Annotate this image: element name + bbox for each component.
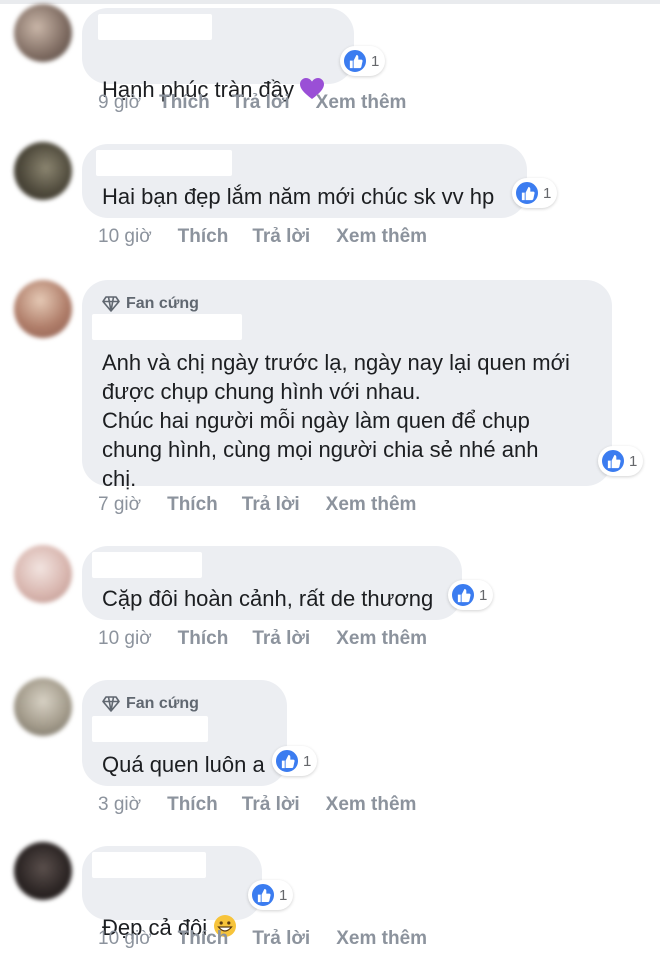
like-link[interactable]: Thích	[167, 794, 218, 816]
fan-badge[interactable]: Fan cứng	[102, 295, 199, 313]
like-link[interactable]: Thích	[178, 928, 229, 950]
avatar[interactable]	[14, 545, 72, 603]
author-name-redacted[interactable]	[92, 314, 242, 340]
timestamp[interactable]: 10 giờ	[98, 628, 152, 650]
timestamp[interactable]: 10 giờ	[98, 928, 152, 950]
reaction-summary[interactable]: 1	[598, 446, 644, 476]
author-name-redacted[interactable]	[92, 852, 206, 878]
see-more-link[interactable]: Xem thêm	[336, 226, 427, 248]
reaction-count: 1	[629, 452, 638, 470]
reply-link[interactable]: Trả lời	[242, 794, 300, 816]
top-divider	[0, 0, 660, 4]
like-thumb-icon	[450, 582, 476, 608]
reply-link[interactable]: Trả lời	[242, 494, 300, 516]
timestamp[interactable]: 10 giờ	[98, 226, 152, 248]
avatar[interactable]	[14, 4, 72, 62]
comment-actions: 10 giờ Thích Trả lời Xem thêm	[98, 226, 427, 248]
badge-label: Fan cứng	[126, 295, 199, 312]
comment-bubble: Fan cứng Anh và chị ngày trước lạ, ngày …	[82, 280, 612, 491]
comment-bubble: Fan cứng Quá quen luôn a	[82, 680, 287, 786]
reply-link[interactable]: Trả lời	[232, 92, 290, 114]
reply-link[interactable]: Trả lời	[252, 928, 310, 950]
like-thumb-icon	[514, 180, 540, 206]
comment-bubble: Hạnh phúc tràn đầy	[82, 8, 354, 102]
like-thumb-icon	[342, 48, 368, 74]
see-more-link[interactable]: Xem thêm	[326, 794, 417, 816]
reaction-summary[interactable]: 1	[272, 746, 318, 776]
see-more-link[interactable]: Xem thêm	[316, 92, 407, 114]
timestamp[interactable]: 7 giờ	[98, 494, 141, 516]
reaction-summary[interactable]: 1	[448, 580, 494, 610]
reaction-count: 1	[371, 52, 380, 70]
reaction-count: 1	[303, 752, 312, 770]
reaction-summary[interactable]: 1	[512, 178, 558, 208]
see-more-link[interactable]: Xem thêm	[336, 628, 427, 650]
reaction-summary[interactable]: 1	[340, 46, 386, 76]
comment-text: Cặp đôi hoàn cảnh, rất de thương	[102, 586, 434, 611]
comment-actions: 10 giờ Thích Trả lời Xem thêm	[98, 628, 427, 650]
timestamp[interactable]: 3 giờ	[98, 794, 141, 816]
comment-actions: 7 giờ Thích Trả lời Xem thêm	[98, 494, 416, 516]
like-thumb-icon	[600, 448, 626, 474]
comment-actions: 10 giờ Thích Trả lời Xem thêm	[98, 928, 427, 950]
reply-link[interactable]: Trả lời	[252, 628, 310, 650]
like-thumb-icon	[274, 748, 300, 774]
author-name-redacted[interactable]	[92, 552, 202, 578]
comment-text: Hai bạn đẹp lắm năm mới chúc sk vv hp	[102, 184, 495, 209]
badge-label: Fan cứng	[126, 695, 199, 712]
reaction-count: 1	[543, 184, 552, 202]
comment-actions: 9 giờ Thích Trả lời Xem thêm	[98, 92, 406, 114]
avatar[interactable]	[14, 142, 72, 200]
reaction-count: 1	[279, 886, 288, 904]
comment-bubble: Đẹp cả đôi	[82, 846, 262, 940]
avatar[interactable]	[14, 280, 72, 338]
reaction-summary[interactable]: 1	[248, 880, 294, 910]
like-link[interactable]: Thích	[159, 92, 210, 114]
like-thumb-icon	[250, 882, 276, 908]
reaction-count: 1	[479, 586, 488, 604]
comment-bubble: Hai bạn đẹp lắm năm mới chúc sk vv hp	[82, 144, 527, 218]
comment-bubble: Cặp đôi hoàn cảnh, rất de thương	[82, 546, 462, 620]
see-more-link[interactable]: Xem thêm	[326, 494, 417, 516]
fan-badge[interactable]: Fan cứng	[102, 695, 199, 713]
diamond-icon	[102, 296, 120, 312]
diamond-icon	[102, 696, 120, 712]
reply-link[interactable]: Trả lời	[252, 226, 310, 248]
comment-text: Anh và chị ngày trước lạ, ngày nay lại q…	[102, 350, 570, 491]
author-name-redacted[interactable]	[96, 150, 232, 176]
like-link[interactable]: Thích	[178, 226, 229, 248]
like-link[interactable]: Thích	[167, 494, 218, 516]
author-name-redacted[interactable]	[92, 716, 208, 742]
author-name-redacted[interactable]	[98, 14, 212, 40]
see-more-link[interactable]: Xem thêm	[336, 928, 427, 950]
comment-actions: 3 giờ Thích Trả lời Xem thêm	[98, 794, 416, 816]
avatar[interactable]	[14, 678, 72, 736]
avatar[interactable]	[14, 842, 72, 900]
like-link[interactable]: Thích	[178, 628, 229, 650]
comment-text: Quá quen luôn a	[102, 752, 265, 777]
timestamp[interactable]: 9 giờ	[98, 92, 141, 114]
